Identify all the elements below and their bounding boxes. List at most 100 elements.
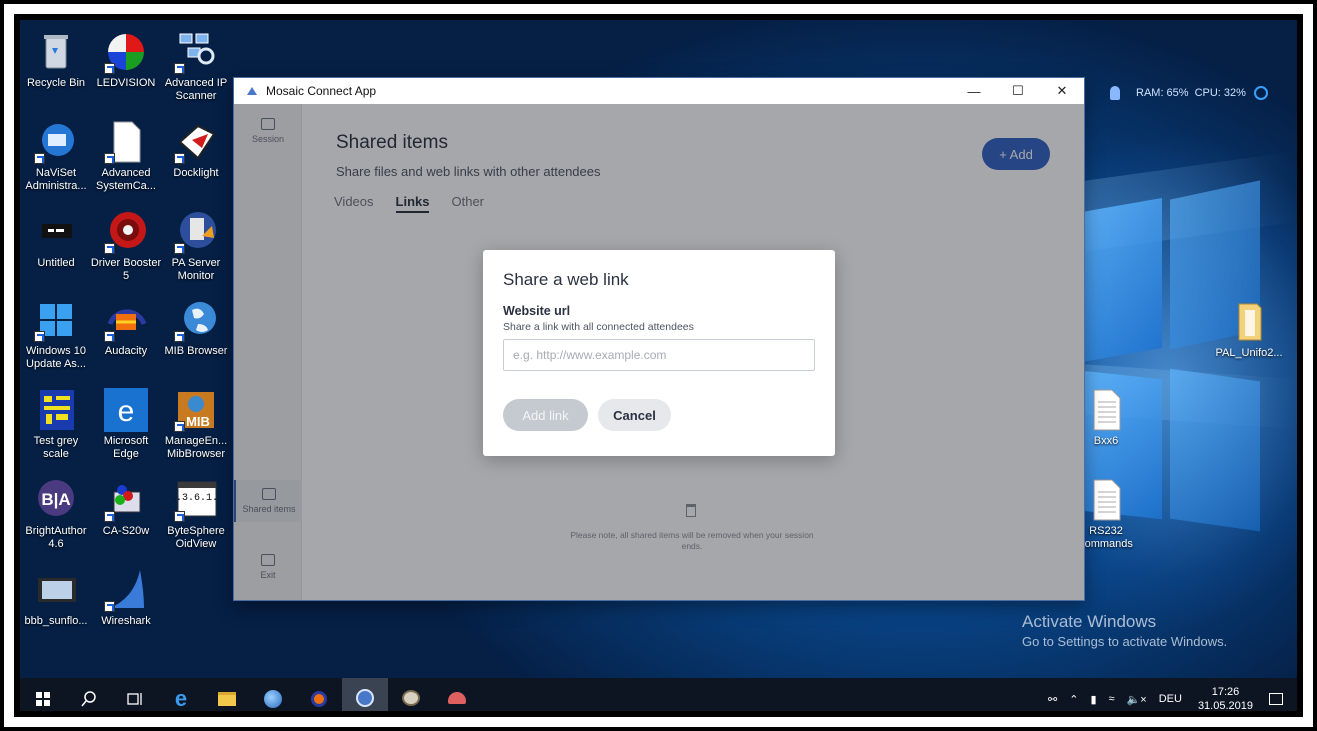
desktop-icon-label: Advanced IP Scanner	[164, 77, 228, 102]
people-icon[interactable]: ⚯	[1048, 693, 1057, 706]
desktop-icon-label: MIB Browser	[164, 345, 228, 357]
test-pattern-icon	[34, 388, 78, 432]
svg-text:1.3.6.1.2: 1.3.6.1.2	[174, 493, 218, 504]
website-url-help: Share a link with all connected attendee…	[503, 321, 694, 333]
taskbar-mosaic-connect[interactable]	[342, 678, 388, 711]
desktop-icon-ledvision[interactable]: LEDVISION	[90, 30, 162, 90]
untitled-icon	[34, 210, 78, 254]
desktop-icon-pal-unifo[interactable]: PAL_Unifo2...	[1204, 300, 1294, 360]
taskbar-app-globe[interactable]	[250, 678, 296, 711]
desktop-icon-manageengine-mibbrowser[interactable]: MIB ManageEn... MibBrowser	[160, 388, 232, 461]
desktop: Recycle Bin LEDVISION Advanced IP Scanne…	[20, 20, 1297, 711]
desktop-icon-microsoft-edge[interactable]: e Microsoft Edge	[90, 388, 162, 461]
globe-icon	[174, 298, 218, 342]
clock[interactable]: 17:26 31.05.2019	[1198, 685, 1253, 711]
desktop-icon-label: ByteSphere OidView	[167, 525, 225, 550]
text-file-icon	[1084, 478, 1128, 522]
desktop-icon-bbb-sunflower[interactable]: bbb_sunflo...	[20, 568, 92, 628]
taskbar-app-audacity[interactable]	[296, 678, 342, 711]
desktop-icon-label: Advanced SystemCa...	[96, 167, 156, 192]
taskbar-app-network[interactable]	[434, 678, 480, 711]
video-file-icon	[34, 568, 78, 612]
desktop-icon-driver-booster[interactable]: Driver Booster 5	[90, 210, 162, 283]
recycle-bin-icon	[34, 30, 78, 74]
desktop-icon-test-grey-scale[interactable]: Test grey scale	[20, 388, 92, 461]
chevron-up-icon[interactable]: ⌃	[1069, 693, 1078, 706]
pa-server-icon	[174, 210, 218, 254]
shortcut-arrow-icon	[104, 243, 115, 254]
svg-text:MIB: MIB	[186, 414, 210, 429]
desktop-icon-pa-server-monitor[interactable]: PA Server Monitor	[160, 210, 232, 283]
mib-browser-icon: MIB	[174, 388, 218, 432]
volume-muted-icon[interactable]: 🔈×	[1127, 693, 1147, 706]
start-button[interactable]	[20, 678, 66, 711]
network-scanner-icon	[174, 30, 218, 74]
desktop-icon-audacity[interactable]: Audacity	[90, 298, 162, 358]
wifi-icon[interactable]: ≈	[1109, 693, 1115, 705]
shortcut-arrow-icon	[34, 153, 45, 164]
language-indicator[interactable]: DEU	[1159, 693, 1182, 705]
taskbar-file-explorer[interactable]	[204, 678, 250, 711]
system-monitor-widget[interactable]: RAM: 65% CPU: 32%	[1110, 86, 1268, 100]
svg-text:e: e	[118, 395, 135, 428]
oidview-icon: 1.3.6.1.2	[170, 478, 224, 522]
task-view-button[interactable]	[112, 678, 158, 711]
desktop-icon-label: Wireshark	[101, 615, 151, 627]
shortcut-arrow-icon	[104, 601, 115, 612]
shortcut-arrow-icon	[174, 243, 185, 254]
desktop-icon-untitled[interactable]: Untitled	[20, 210, 92, 270]
shortcut-arrow-icon	[104, 153, 115, 164]
close-button[interactable]: ✕	[1040, 78, 1084, 104]
minimize-button[interactable]: —	[952, 78, 996, 104]
desktop-icon-brightauthor[interactable]: B|A BrightAuthor 4.6	[20, 478, 92, 551]
desktop-icon-bytesphere-oidview[interactable]: 1.3.6.1.2 ByteSphere OidView	[160, 478, 232, 551]
desktop-icon-windows-update[interactable]: Windows 10 Update As...	[20, 298, 92, 371]
desktop-icon-recycle-bin[interactable]: Recycle Bin	[20, 30, 92, 90]
palette-icon	[402, 690, 420, 706]
folder-icon	[218, 692, 236, 706]
window-titlebar[interactable]: Mosaic Connect App — ☐ ✕	[234, 78, 1084, 104]
shortcut-arrow-icon	[104, 511, 115, 522]
battery-icon[interactable]: ▮	[1090, 693, 1096, 706]
shortcut-arrow-icon	[104, 331, 115, 342]
window-title: Mosaic Connect App	[266, 84, 377, 98]
taskbar-edge[interactable]: e	[158, 678, 204, 711]
shortcut-arrow-icon	[174, 331, 185, 342]
clock-date: 31.05.2019	[1197, 700, 1253, 711]
notification-icon[interactable]	[1269, 693, 1283, 705]
maximize-button[interactable]: ☐	[996, 78, 1040, 104]
shortcut-arrow-icon	[174, 421, 185, 432]
desktop-icon-docklight[interactable]: Docklight	[160, 120, 232, 180]
wallpaper-pane	[1082, 197, 1162, 363]
desktop-icon-label: Windows 10 Update As...	[26, 345, 86, 370]
network-app-icon	[448, 692, 466, 704]
document-icon	[104, 120, 148, 164]
add-link-button[interactable]: Add link	[503, 399, 588, 431]
search-button[interactable]	[66, 678, 112, 711]
watermark-subtitle: Go to Settings to activate Windows.	[1022, 634, 1228, 649]
search-icon	[81, 691, 96, 707]
desktop-icon-label: LEDVISION	[96, 77, 156, 89]
desktop-icon-mib-browser[interactable]: MIB Browser	[160, 298, 232, 358]
gauge-icon	[1253, 86, 1268, 100]
desktop-icon-label: CA-S20w	[102, 525, 150, 537]
website-url-input[interactable]	[503, 339, 815, 371]
desktop-icon-advanced-ip-scanner[interactable]: Advanced IP Scanner	[160, 30, 232, 103]
desktop-icon-ca-s20w[interactable]: CA-S20w	[90, 478, 162, 538]
taskbar-app-paint[interactable]	[388, 678, 434, 711]
desktop-icon-label: Audacity	[104, 345, 148, 357]
desktop-icon-naviset[interactable]: NaViSet Administra...	[20, 120, 92, 193]
activate-windows-watermark: Activate Windows Go to Settings to activ…	[1022, 612, 1227, 649]
wallpaper-pane	[1170, 368, 1260, 532]
brightauthor-icon: B|A	[34, 478, 78, 522]
desktop-icon-label: Docklight	[173, 167, 219, 179]
windows-logo-icon	[36, 692, 50, 706]
wireshark-icon	[104, 568, 148, 612]
desktop-icon-label: PA Server Monitor	[171, 257, 221, 282]
desktop-icon-advanced-systemcare[interactable]: Advanced SystemCa...	[90, 120, 162, 193]
desktop-icon-wireshark[interactable]: Wireshark	[90, 568, 162, 628]
edge-icon: e	[174, 686, 188, 711]
globe-icon	[264, 690, 282, 708]
cancel-button[interactable]: Cancel	[598, 399, 671, 431]
cpu-usage: CPU: 32%	[1194, 87, 1246, 99]
